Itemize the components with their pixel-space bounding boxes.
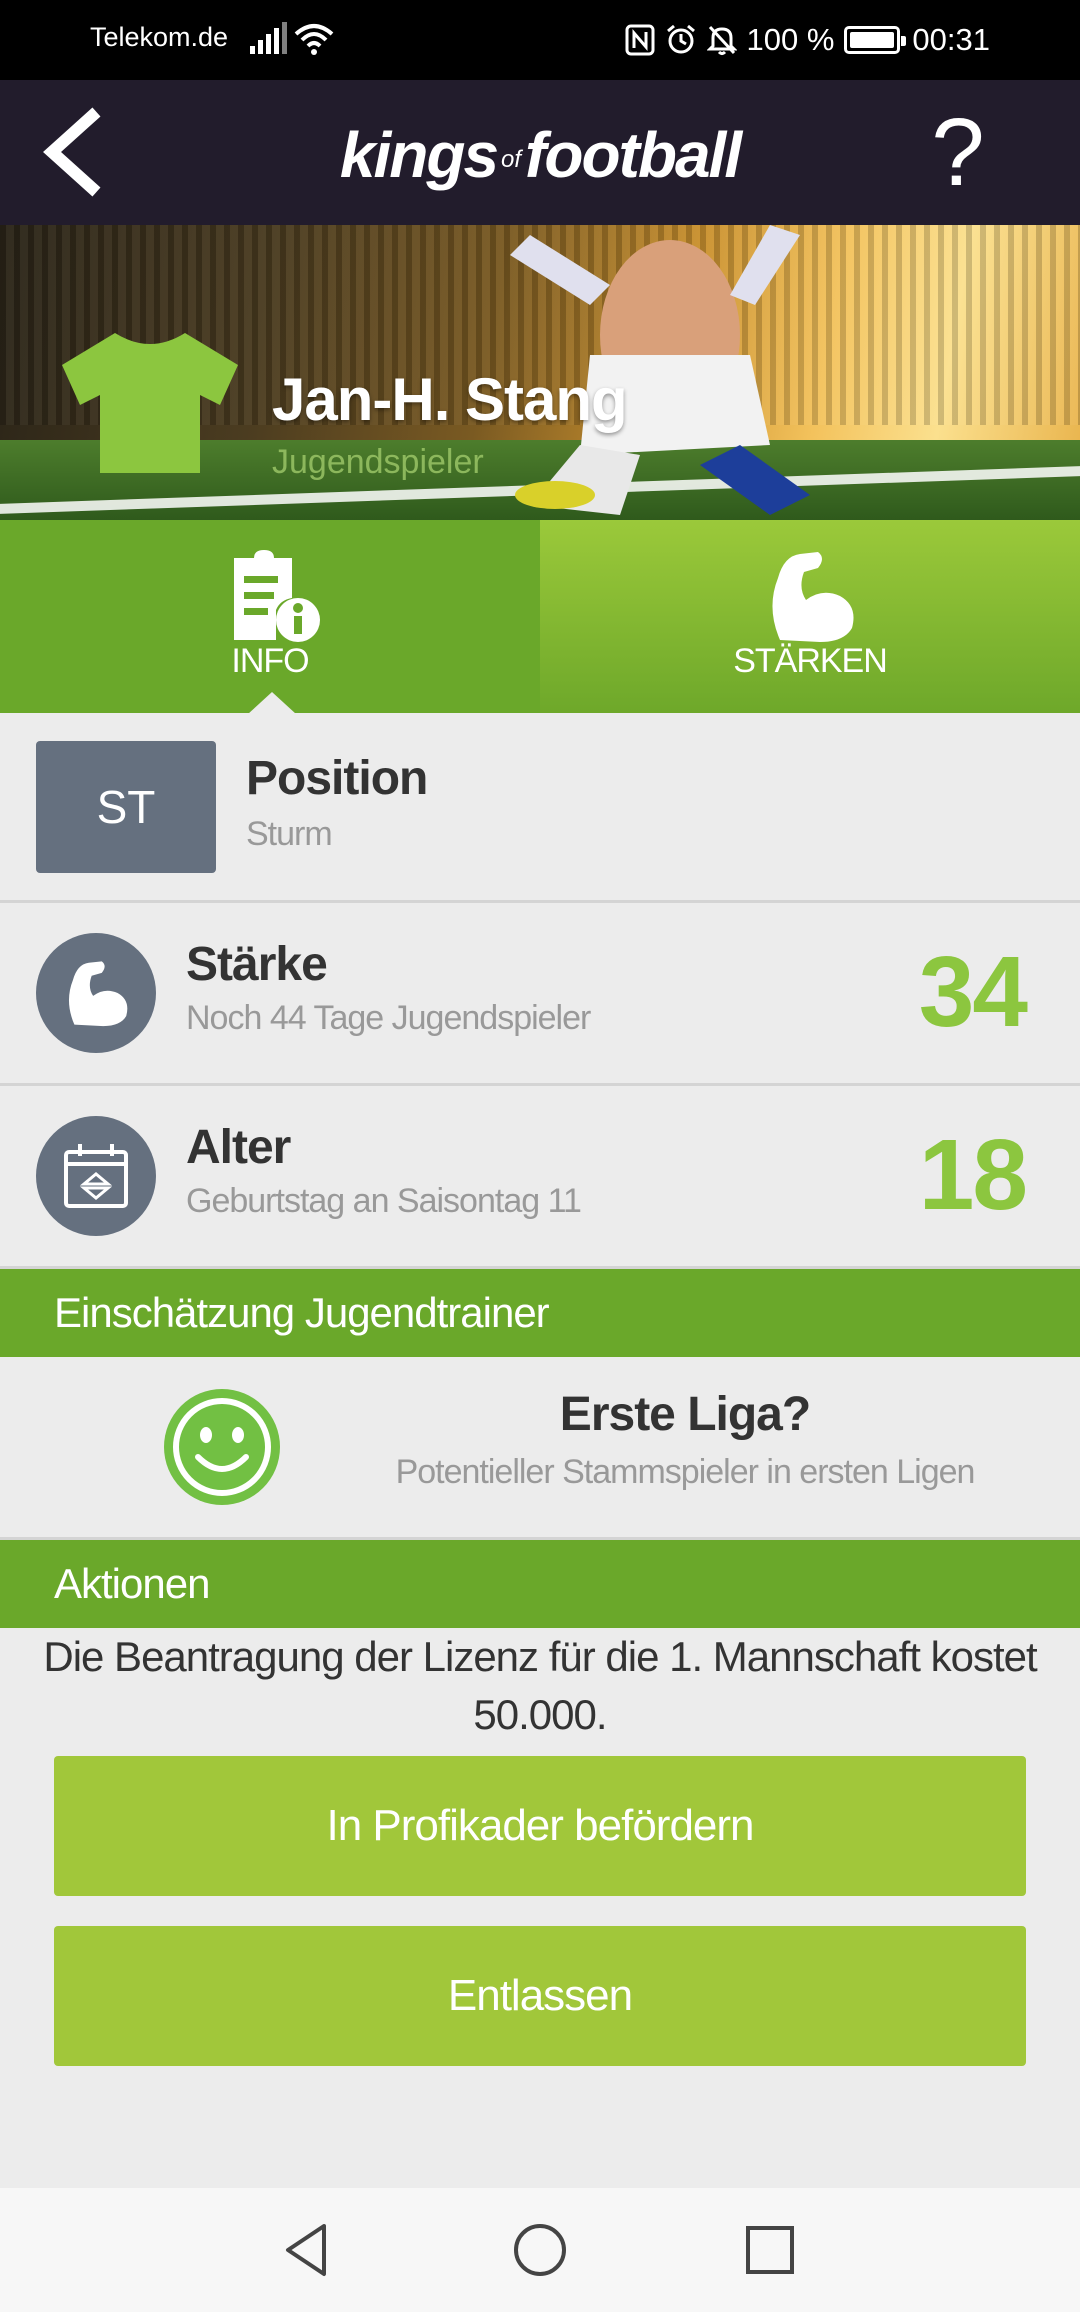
strength-value: 34 — [918, 936, 1028, 1048]
tab-bar: INFO STÄRKEN — [0, 520, 1080, 714]
tab-info-label: INFO — [231, 642, 309, 680]
age-icon-circle — [36, 1116, 156, 1236]
strength-icon-circle — [36, 933, 156, 1053]
nav-back-icon[interactable] — [276, 2218, 340, 2282]
strength-title: Stärke — [186, 938, 328, 991]
age-title: Alter — [186, 1121, 291, 1174]
calendar-icon — [64, 1144, 128, 1208]
position-row: ST Position Sturm — [0, 713, 1080, 903]
promote-button[interactable]: In Profikader befördern — [54, 1756, 1026, 1896]
battery-percent: 100 % — [746, 22, 835, 57]
status-bar: Telekom.de 100 % 00:31 — [0, 0, 1080, 80]
help-button[interactable]: ? — [918, 98, 998, 208]
age-subtitle: Geburtstag an Saisontag 11 — [186, 1182, 582, 1220]
smiley-icon — [164, 1389, 280, 1505]
position-title: Position — [246, 752, 428, 805]
jersey-icon — [62, 333, 238, 473]
alarm-icon — [666, 24, 695, 54]
signal-icon — [250, 22, 287, 54]
dismiss-button[interactable]: Entlassen — [54, 1926, 1026, 2066]
bicep-icon — [68, 961, 128, 1027]
tab-info[interactable]: INFO — [0, 520, 540, 714]
system-nav-bar — [0, 2188, 1080, 2312]
clock: 00:31 — [912, 22, 990, 57]
tab-strengths-label: STÄRKEN — [733, 642, 888, 680]
active-tab-indicator — [248, 692, 296, 714]
age-value: 18 — [918, 1119, 1028, 1231]
license-cost-text: Die Beantragung der Lizenz für die 1. Ma… — [43, 1633, 1037, 1738]
player-banner: Jan-H. Stang Jugendspieler — [0, 225, 1080, 520]
mute-bell-icon — [706, 25, 737, 55]
scout-section-header: Einschätzung Jugendtrainer — [0, 1269, 1080, 1357]
position-value: Sturm — [246, 815, 333, 853]
age-row: Alter Geburtstag an Saisontag 11 18 — [0, 1086, 1080, 1269]
bicep-icon — [772, 552, 854, 642]
battery-icon — [844, 26, 907, 54]
scout-subtitle: Potentieller Stammspieler in ersten Lige… — [395, 1453, 976, 1491]
status-right: 100 % 00:31 — [625, 18, 990, 62]
actions-section-header: Aktionen — [0, 1540, 1080, 1628]
scout-assessment: Erste Liga? Potentieller Stammspieler in… — [0, 1357, 1080, 1540]
wifi-icon — [294, 24, 334, 55]
position-badge: ST — [36, 741, 216, 873]
tab-strengths[interactable]: STÄRKEN — [540, 520, 1080, 713]
carrier-name: Telekom.de — [90, 22, 229, 52]
document-info-icon — [234, 550, 320, 642]
player-name: Jan-H. Stang — [272, 366, 628, 433]
strength-subtitle: Noch 44 Tage Jugendspieler — [186, 999, 591, 1037]
nfc-icon — [625, 24, 655, 56]
scout-title: Erste Liga? — [559, 1388, 811, 1441]
nav-home-icon[interactable] — [508, 2218, 572, 2282]
app-bar: kings offootball ? — [0, 80, 1080, 225]
strength-row: Stärke Noch 44 Tage Jugendspieler 34 — [0, 903, 1080, 1086]
player-role: Jugendspieler — [272, 443, 484, 481]
nav-recents-icon[interactable] — [738, 2218, 802, 2282]
